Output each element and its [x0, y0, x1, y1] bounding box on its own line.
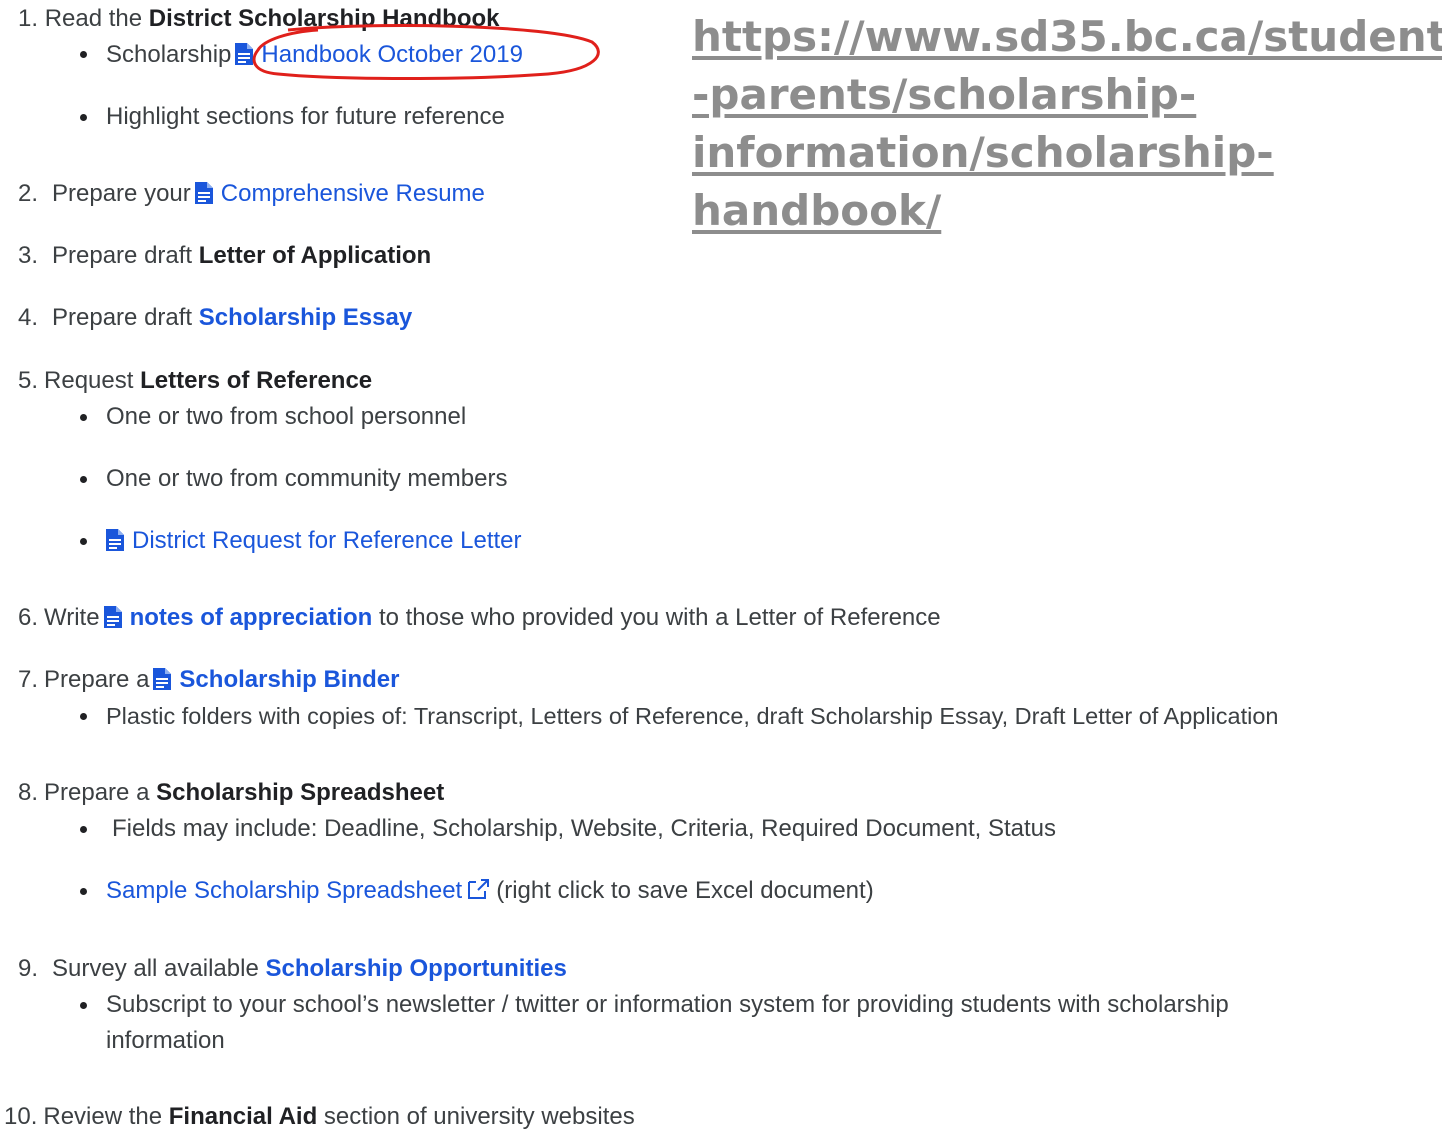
item-text: Prepare a	[44, 666, 150, 693]
item-number: 1.	[18, 5, 39, 32]
list-subitem: District Request for Reference Letter	[106, 526, 522, 556]
url-line: -parents/scholarship-	[692, 70, 1197, 119]
document-icon	[106, 529, 124, 551]
list-item-9: 9. Survey all available Scholarship Oppor…	[18, 954, 567, 984]
item-text: Prepare draft	[52, 304, 199, 331]
list-subitem: Fields may include: Deadline, Scholarshi…	[112, 815, 1056, 842]
document-icon	[153, 668, 172, 690]
scholarship-binder-link[interactable]: Scholarship Binder	[179, 666, 399, 693]
bullet	[80, 826, 87, 833]
item-number: 9.	[18, 955, 39, 982]
item-bold-text: Letters of Reference	[140, 367, 373, 394]
district-request-reference-letter-link[interactable]: District Request for Reference Letter	[132, 527, 522, 554]
item-text: Review the	[43, 1103, 169, 1130]
item-number: 8.	[18, 779, 39, 806]
url-line: https://www.sd35.bc.ca/students	[692, 12, 1442, 61]
document-icon	[194, 182, 213, 204]
list-item-2: 2. Prepare your Comprehensive Resume	[18, 179, 485, 209]
item-number: 10.	[4, 1103, 38, 1130]
item-number: 2.	[18, 180, 39, 207]
item-text: Read the	[44, 5, 149, 32]
item-text: Request	[44, 367, 141, 394]
url-line: information/scholarship-	[692, 128, 1274, 177]
list-item-7: 7. Prepare a Scholarship Binder	[18, 665, 399, 695]
bullet	[80, 51, 87, 58]
red-annotation-circle	[252, 24, 600, 80]
external-link-icon[interactable]	[466, 878, 490, 900]
item-number: 5.	[18, 367, 39, 394]
list-subitem: One or two from community members	[106, 465, 508, 492]
item-text: Prepare your	[52, 180, 191, 207]
item-text: to those who provided you with a Letter …	[372, 604, 941, 631]
document-icon	[103, 606, 122, 628]
item-bold-text: Scholarship Spreadsheet	[156, 779, 445, 806]
item-number: 7.	[18, 666, 39, 693]
item-number: 4.	[18, 304, 39, 331]
bullet	[80, 713, 87, 720]
list-item-10: 10. Review the Financial Aid section of u…	[4, 1102, 635, 1132]
list-subitem: One or two from school personnel	[106, 403, 467, 430]
bullet	[80, 888, 87, 895]
item-bold-text: Financial Aid	[168, 1103, 318, 1130]
bullet	[80, 414, 87, 421]
url-line: handbook/	[692, 186, 942, 235]
item-text: Prepare a	[44, 779, 157, 806]
subitem-text: (right click to save Excel document)	[496, 877, 874, 904]
item-number: 6.	[18, 604, 39, 631]
item-text: Prepare draft	[52, 242, 199, 269]
list-subitem: Subscript to your school’s newsletter / …	[106, 991, 1229, 1018]
bullet	[80, 538, 87, 545]
bullet	[80, 1002, 87, 1009]
item-bold-text: Letter of Application	[198, 242, 432, 269]
list-subitem: Highlight sections for future reference	[106, 103, 505, 130]
comprehensive-resume-link[interactable]: Comprehensive Resume	[221, 180, 485, 207]
scholarship-opportunities-link[interactable]: Scholarship Opportunities	[265, 955, 566, 982]
list-item-8: 8. Prepare a Scholarship Spreadsheet	[18, 778, 444, 808]
list-subitem: Plastic folders with copies of: Transcri…	[106, 703, 1279, 729]
list-subitem-continued: information	[106, 1027, 225, 1054]
list-item-3: 3. Prepare draft Letter of Application	[18, 241, 431, 271]
item-number: 3.	[18, 242, 39, 269]
subitem-text: Scholarship	[106, 41, 232, 68]
handbook-url-link[interactable]: https://www.sd35.bc.ca/students -parents…	[692, 8, 1442, 240]
item-text: Survey all available	[52, 955, 266, 982]
sample-scholarship-spreadsheet-link[interactable]: Sample Scholarship Spreadsheet	[106, 877, 462, 904]
notes-of-appreciation-link[interactable]: notes of appreciation	[130, 604, 373, 631]
list-item-4: 4. Prepare draft Scholarship Essay	[18, 303, 412, 333]
item-text: Write	[44, 604, 100, 631]
item-text: section of university websites	[317, 1103, 635, 1130]
bullet	[80, 114, 87, 121]
scholarship-essay-link[interactable]: Scholarship Essay	[199, 304, 412, 331]
bullet	[80, 476, 87, 483]
list-item-5: 5. Request Letters of Reference	[18, 366, 372, 396]
list-item-6: 6. Write notes of appreciation to those wh…	[18, 603, 941, 633]
list-subitem: Sample Scholarship Spreadsheet (right cli…	[106, 876, 874, 906]
